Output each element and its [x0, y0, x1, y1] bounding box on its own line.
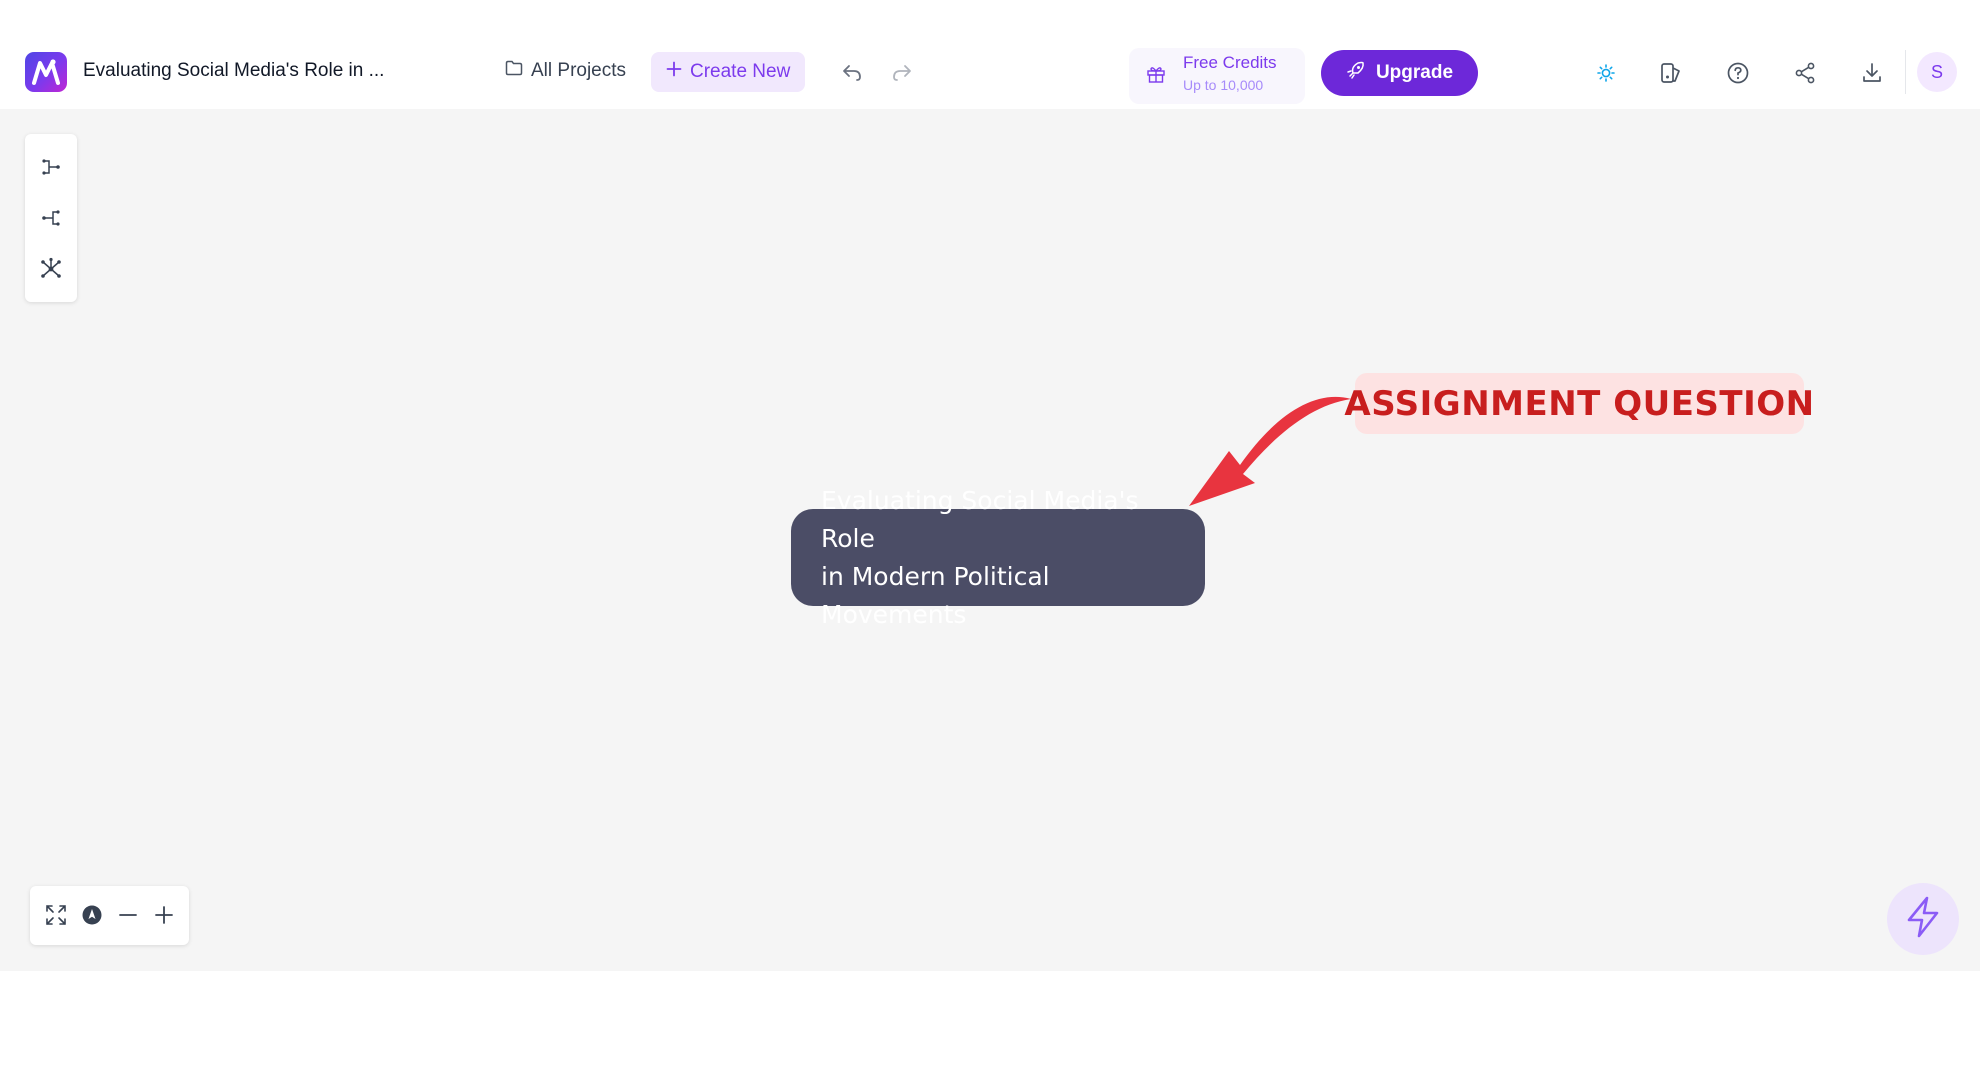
ai-assistant-button[interactable]	[1887, 883, 1959, 955]
free-credits-subtitle: Up to 10,000	[1183, 77, 1264, 93]
all-projects-label: All Projects	[531, 60, 627, 81]
all-projects-button[interactable]: All Projects	[505, 60, 626, 82]
upgrade-label: Upgrade	[1375, 62, 1454, 83]
free-credits-button[interactable]: Free Credits Up to 10,000	[1129, 48, 1305, 104]
avatar[interactable]: S	[1917, 52, 1957, 92]
layout-right-icon[interactable]	[37, 153, 65, 181]
bolt-icon	[1903, 895, 1943, 944]
help-icon[interactable]	[1723, 58, 1753, 88]
undo-icon[interactable]	[840, 60, 864, 89]
root-node-line-1: Evaluating Social Media's Role	[821, 485, 1139, 553]
layout-radial-icon[interactable]	[37, 255, 65, 283]
plus-icon	[666, 61, 682, 83]
root-node[interactable]: Evaluating Social Media's Role in Modern…	[791, 486, 1205, 629]
layout-left-icon[interactable]	[37, 204, 65, 232]
root-node-text: Evaluating Social Media's Role in Modern…	[821, 482, 1175, 634]
zoom-out-icon[interactable]	[114, 901, 142, 929]
toolbar-divider	[1905, 50, 1906, 94]
annotation-arrow	[1189, 396, 1351, 506]
create-new-button[interactable]: Create New	[651, 52, 806, 92]
create-new-label: Create New	[690, 61, 791, 82]
assignment-question-text: ASSIGNMENT QUESTION	[1344, 383, 1815, 424]
redo-icon[interactable]	[890, 60, 914, 89]
document-title[interactable]: Evaluating Social Media's Role in ...	[83, 60, 384, 82]
root-node-line-2: in Modern Political Movements	[821, 561, 1050, 629]
share-icon[interactable]	[1790, 58, 1820, 88]
layout-panel	[25, 134, 77, 302]
zoom-in-icon[interactable]	[150, 901, 178, 929]
gift-icon	[1146, 64, 1166, 89]
fit-screen-icon[interactable]	[42, 901, 70, 929]
app-logo-icon[interactable]	[25, 52, 67, 92]
folder-icon	[505, 60, 523, 82]
avatar-initial: S	[1930, 61, 1943, 82]
top-bar: Evaluating Social Media's Role in ... Al…	[0, 0, 1980, 109]
rocket-icon	[1346, 60, 1366, 86]
zoom-controls	[30, 886, 189, 945]
sun-icon[interactable]	[1591, 58, 1621, 88]
locate-icon[interactable]	[78, 901, 106, 929]
upgrade-button[interactable]: Upgrade	[1321, 50, 1478, 96]
layout-style-icon[interactable]	[1656, 58, 1686, 88]
download-icon[interactable]	[1857, 58, 1887, 88]
free-credits-title: Free Credits	[1183, 53, 1277, 72]
assignment-question-label: ASSIGNMENT QUESTION	[1344, 373, 1814, 434]
